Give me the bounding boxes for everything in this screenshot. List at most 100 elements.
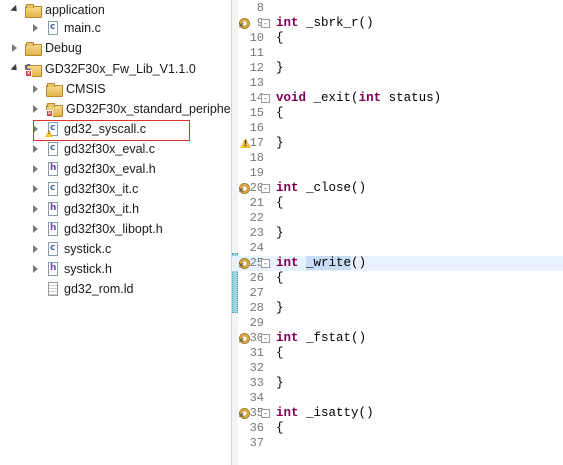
selected-identifier: _write: [306, 256, 352, 270]
code-text[interactable]: int _fstat(): [276, 331, 366, 346]
tree-item-cmsis[interactable]: CMSIS: [32, 79, 106, 99]
code-line[interactable]: 16: [232, 121, 563, 136]
code-line[interactable]: 34: [232, 391, 563, 406]
line-number: 28: [249, 301, 264, 315]
folder-icon: [46, 82, 63, 97]
code-text[interactable]: }: [276, 226, 284, 241]
code-line[interactable]: ✕ 35- int _isatty(): [232, 406, 563, 421]
expand-arrow-icon[interactable]: [11, 6, 19, 14]
code-text[interactable]: int _write(): [276, 256, 366, 271]
code-text[interactable]: int _isatty(): [276, 406, 374, 421]
code-line[interactable]: 18: [232, 151, 563, 166]
collapse-arrow-icon[interactable]: [11, 44, 19, 52]
code-line[interactable]: 19: [232, 166, 563, 181]
code-line[interactable]: 22: [232, 211, 563, 226]
collapse-arrow-icon[interactable]: [32, 165, 40, 173]
collapse-arrow-icon[interactable]: [32, 24, 40, 32]
code-text[interactable]: int _sbrk_r(): [276, 16, 374, 31]
code-text[interactable]: }: [276, 136, 284, 151]
code-line[interactable]: 15 {: [232, 106, 563, 121]
code-line[interactable]: 27: [232, 286, 563, 301]
fold-toggle-icon[interactable]: -: [261, 184, 270, 193]
code-text[interactable]: {: [276, 31, 284, 46]
tree-item-gd32f30x-it-h[interactable]: h gd32f30x_it.h: [32, 199, 139, 219]
code-line[interactable]: 11: [232, 46, 563, 61]
code-line[interactable]: 37: [232, 436, 563, 451]
tree-item-gd32-rom-ld[interactable]: gd32_rom.ld: [32, 279, 134, 299]
code-text[interactable]: {: [276, 271, 284, 286]
tree-item-systick-c[interactable]: c systick.c: [32, 239, 111, 259]
code-line[interactable]: 32: [232, 361, 563, 376]
code-line[interactable]: ✕ 20- int _close(): [232, 181, 563, 196]
code-line[interactable]: 33}: [232, 376, 563, 391]
code-line[interactable]: 8: [232, 1, 563, 16]
tree-item-debug[interactable]: Debug: [11, 38, 82, 58]
code-line[interactable]: 24: [232, 241, 563, 256]
code-text[interactable]: {: [276, 196, 284, 211]
code-text[interactable]: void _exit(int status): [276, 91, 441, 106]
tree-item-label: gd32f30x_it.h: [64, 202, 140, 216]
code-line[interactable]: 17}: [232, 136, 563, 151]
code-line[interactable]: 10 {: [232, 31, 563, 46]
code-token: {: [276, 106, 284, 120]
code-line[interactable]: 12}: [232, 61, 563, 76]
code-line[interactable]: 23}: [232, 226, 563, 241]
keyword-token: void: [276, 91, 307, 105]
code-line[interactable]: 13: [232, 76, 563, 91]
line-number: 24: [249, 241, 264, 255]
keyword-token: int: [276, 331, 299, 345]
fold-toggle-icon[interactable]: -: [261, 94, 270, 103]
tree-item-systick-h[interactable]: h systick.h: [32, 259, 112, 279]
code-text[interactable]: }: [276, 376, 284, 391]
code-line[interactable]: ✕9-int _sbrk_r(): [232, 16, 563, 31]
code-line[interactable]: 31 {: [232, 346, 563, 361]
line-number: 22: [249, 211, 264, 225]
tree-item-gd32f30x-fw-lib-v1-1-0[interactable]: ×GD32F30x_Fw_Lib_V1.1.0: [11, 59, 196, 79]
tree-item-main-c[interactable]: c main.c: [32, 18, 101, 38]
fold-toggle-icon[interactable]: -: [261, 409, 270, 418]
collapse-arrow-icon[interactable]: [32, 85, 40, 93]
code-text[interactable]: {: [276, 106, 284, 121]
code-line[interactable]: 28}: [232, 301, 563, 316]
code-text[interactable]: int _close(): [276, 181, 366, 196]
code-token: (: [351, 91, 359, 105]
tree-item-label: gd32_rom.ld: [64, 282, 134, 296]
collapse-arrow-icon[interactable]: [32, 265, 40, 273]
fold-toggle-icon[interactable]: -: [261, 259, 270, 268]
collapse-arrow-icon[interactable]: [32, 245, 40, 253]
c-file-icon: c: [46, 21, 60, 35]
code-text[interactable]: {: [276, 346, 284, 361]
code-line[interactable]: 14- void _exit(int status): [232, 91, 563, 106]
collapse-arrow-icon[interactable]: [32, 185, 40, 193]
code-line[interactable]: ✕ 25- int _write(): [232, 256, 563, 271]
code-text[interactable]: }: [276, 61, 284, 76]
code-editor[interactable]: 8✕9-int _sbrk_r()10{1112}1314-void _exit…: [232, 0, 563, 465]
code-text[interactable]: {: [276, 421, 284, 436]
collapse-arrow-icon[interactable]: [32, 225, 40, 233]
code-token: (: [351, 331, 359, 345]
expand-arrow-icon[interactable]: [11, 65, 19, 73]
collapse-arrow-icon[interactable]: [32, 145, 40, 153]
code-text[interactable]: }: [276, 301, 284, 316]
line-number: 21: [249, 196, 264, 210]
line-number: 26: [249, 271, 264, 285]
fold-toggle-icon[interactable]: -: [261, 19, 270, 28]
tree-item-application[interactable]: application: [11, 0, 105, 20]
tree-item-gd32f30x-it-c[interactable]: c gd32f30x_it.c: [32, 179, 138, 199]
code-line[interactable]: ✕ 30- int _fstat(): [232, 331, 563, 346]
collapse-arrow-icon[interactable]: [32, 105, 40, 113]
code-line[interactable]: 29: [232, 316, 563, 331]
fold-toggle-icon[interactable]: -: [261, 334, 270, 343]
line-number: 16: [249, 121, 264, 135]
code-line[interactable]: 21 {: [232, 196, 563, 211]
tree-item-gd32f30x-eval-c[interactable]: c gd32f30x_eval.c: [32, 139, 155, 159]
code-line[interactable]: 36 {: [232, 421, 563, 436]
tree-item-gd32f30x-standard-peripheral[interactable]: × GD32F30x_standard_peripheral: [32, 99, 231, 119]
tree-item-gd32f30x-libopt-h[interactable]: h gd32f30x_libopt.h: [32, 219, 163, 239]
tree-item-gd32f30x-eval-h[interactable]: h gd32f30x_eval.h: [32, 159, 156, 179]
keyword-token: int: [276, 181, 299, 195]
collapse-arrow-icon[interactable]: [32, 205, 40, 213]
folder-icon: [25, 41, 42, 56]
code-line[interactable]: 26 {: [232, 271, 563, 286]
